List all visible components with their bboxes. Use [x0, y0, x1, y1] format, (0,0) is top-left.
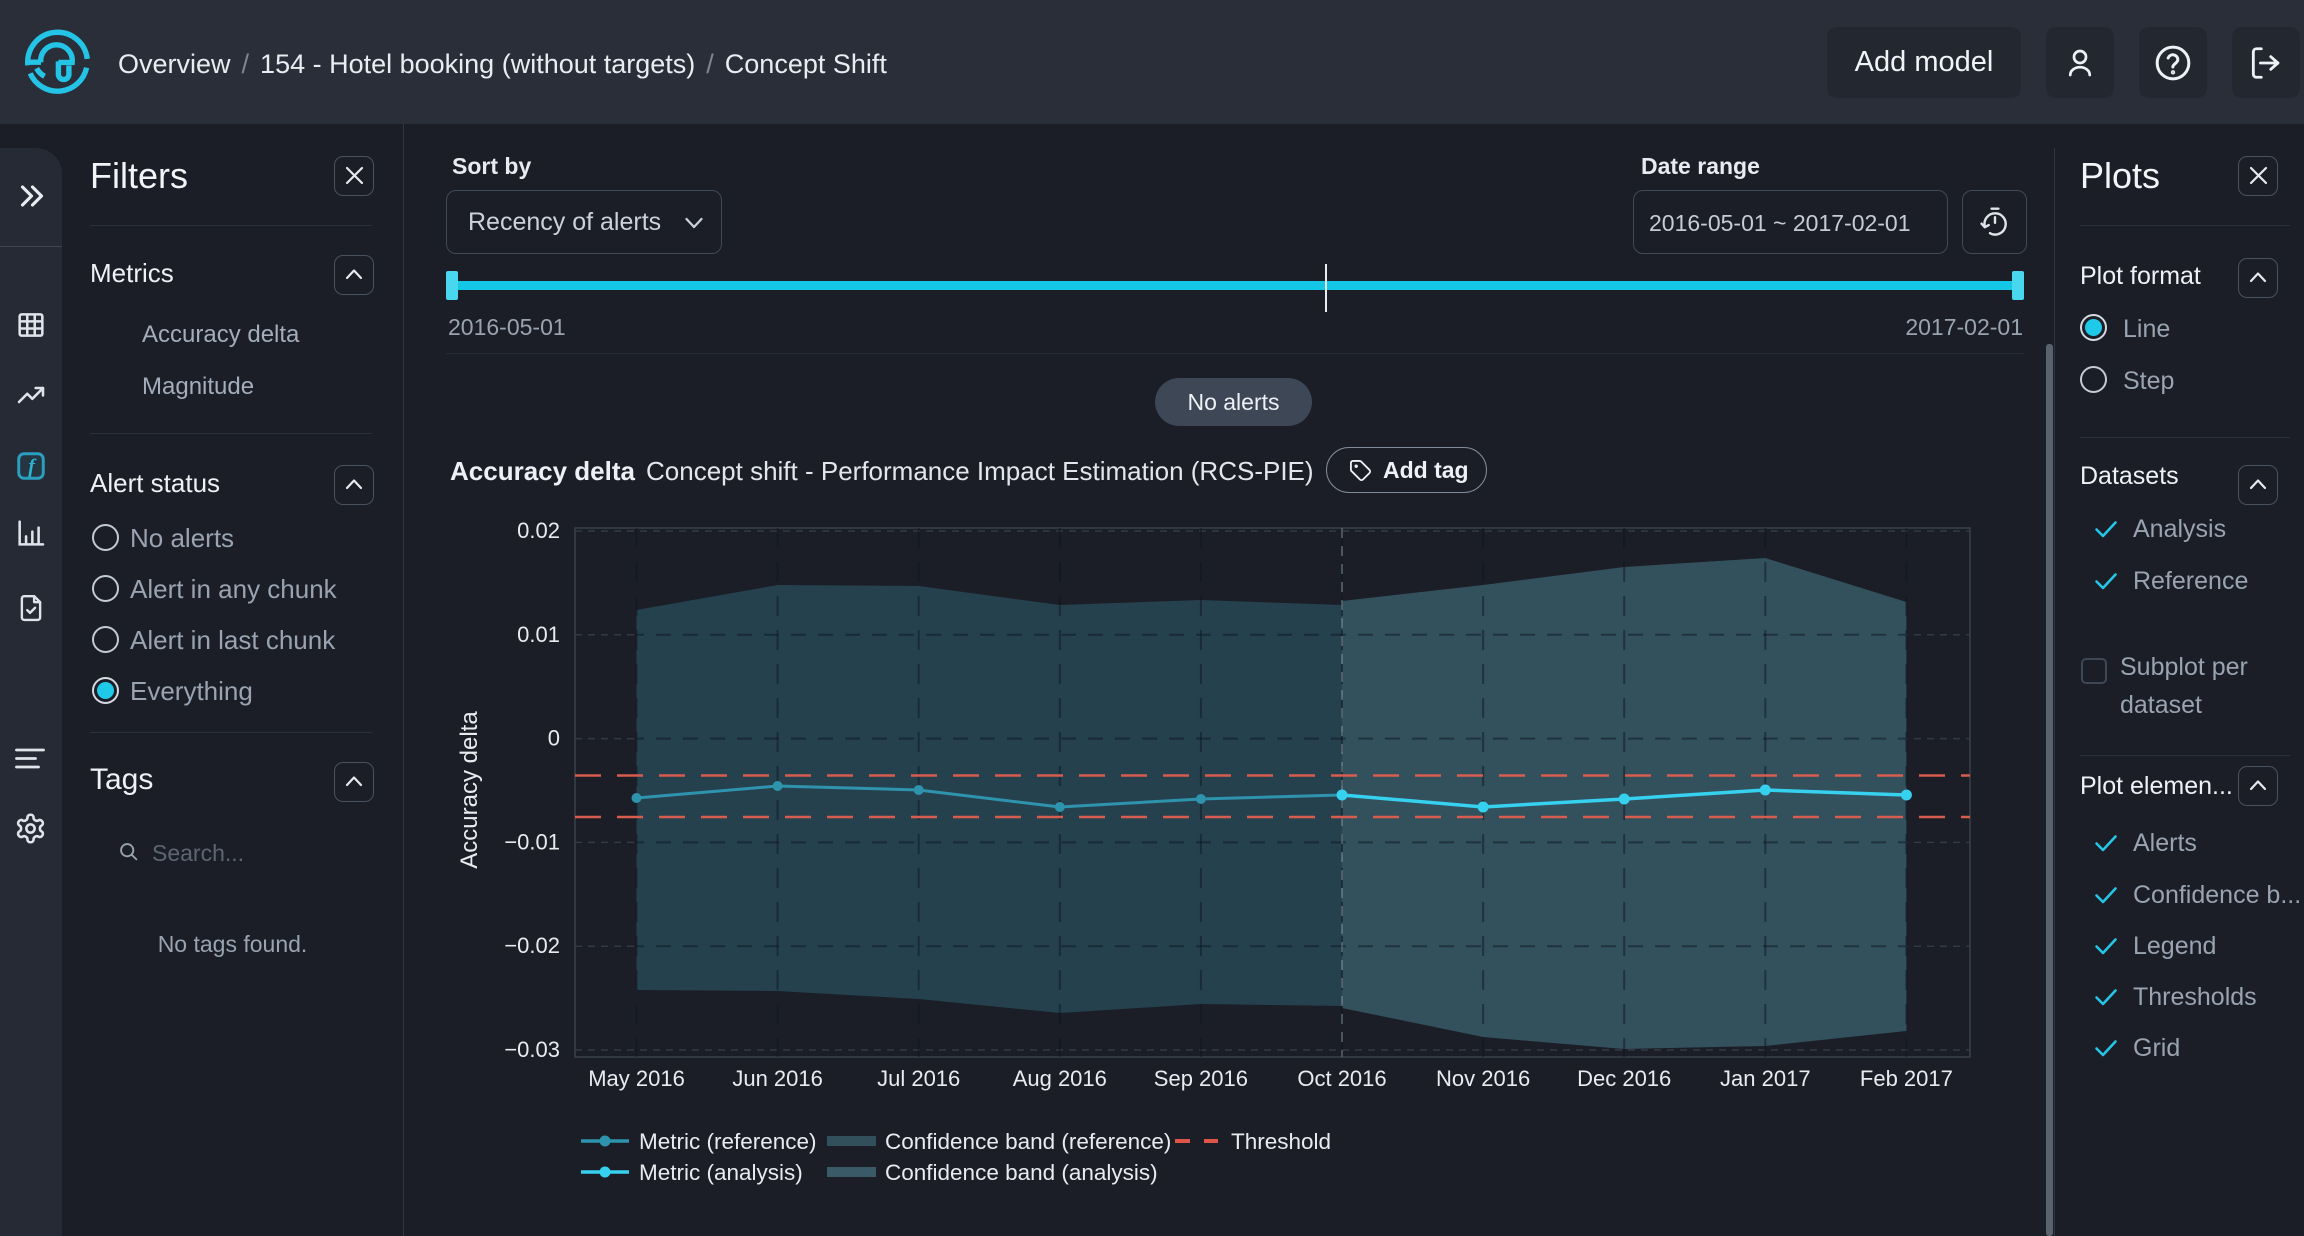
svg-text:Dec 2016: Dec 2016	[1577, 1066, 1671, 1091]
svg-text:Accuracy delta: Accuracy delta	[456, 711, 483, 869]
svg-text:−0.01: −0.01	[504, 829, 560, 854]
svg-text:0: 0	[548, 726, 560, 751]
svg-text:Metric (reference): Metric (reference)	[639, 1129, 817, 1154]
svg-text:Sep 2016: Sep 2016	[1154, 1066, 1248, 1091]
svg-text:Confidence band (analysis): Confidence band (analysis)	[885, 1160, 1158, 1185]
svg-text:0.02: 0.02	[517, 518, 560, 543]
svg-text:Jan 2017: Jan 2017	[1720, 1066, 1811, 1091]
svg-text:Threshold: Threshold	[1231, 1129, 1331, 1154]
svg-text:Oct 2016: Oct 2016	[1297, 1066, 1386, 1091]
svg-text:0.01: 0.01	[517, 622, 560, 647]
svg-text:Metric (analysis): Metric (analysis)	[639, 1160, 803, 1185]
svg-text:−0.03: −0.03	[504, 1037, 560, 1062]
svg-text:Feb 2017: Feb 2017	[1860, 1066, 1953, 1091]
svg-text:May 2016: May 2016	[588, 1066, 685, 1091]
svg-text:Jun 2016: Jun 2016	[732, 1066, 823, 1091]
svg-text:Aug 2016: Aug 2016	[1013, 1066, 1107, 1091]
svg-text:Jul 2016: Jul 2016	[877, 1066, 960, 1091]
svg-text:Nov 2016: Nov 2016	[1436, 1066, 1530, 1091]
svg-text:−0.02: −0.02	[504, 933, 560, 958]
svg-text:Confidence band (reference): Confidence band (reference)	[885, 1129, 1171, 1154]
